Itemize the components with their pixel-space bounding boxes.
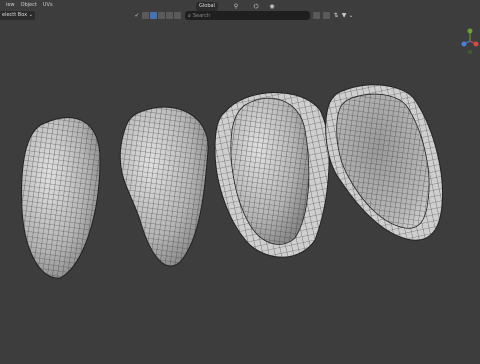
snap-icon[interactable] bbox=[173, 10, 181, 21]
viewport-header: electt Box ⌄ ✓ Global ⚲ ⌬ ◉ ⌕ Search ⇅ ▼… bbox=[0, 2, 480, 23]
search-icon: ⌕ bbox=[188, 12, 191, 19]
view-toggle-icon[interactable] bbox=[312, 10, 320, 21]
transform-orientation-dropdown[interactable]: Global bbox=[196, 2, 218, 11]
mesh-object-4[interactable] bbox=[325, 84, 443, 241]
mesh-object-2[interactable] bbox=[119, 106, 209, 267]
filter-icon[interactable]: ▼ bbox=[340, 10, 348, 21]
menu-object[interactable]: Object bbox=[21, 2, 37, 8]
menu-view[interactable]: iew bbox=[6, 2, 15, 8]
view-list-icon[interactable] bbox=[322, 10, 330, 21]
search-field[interactable]: ⌕ Search bbox=[185, 11, 310, 20]
sort-icon[interactable]: ⇅ bbox=[332, 10, 340, 21]
transform-orientation-label: Global bbox=[199, 3, 215, 9]
mesh-object-1[interactable] bbox=[21, 117, 101, 279]
3d-viewport[interactable] bbox=[0, 23, 480, 360]
menu-uvs[interactable]: UVs bbox=[43, 2, 53, 8]
mesh-object-3[interactable] bbox=[214, 92, 330, 258]
menu-bar: iew Object UVs bbox=[0, 0, 480, 9]
select-mode-dropdown[interactable]: electt Box ⌄ bbox=[0, 11, 35, 20]
select-mode-label: electt Box bbox=[2, 12, 28, 18]
overlay-icon[interactable] bbox=[141, 10, 149, 21]
checkmark-icon[interactable]: ✓ bbox=[133, 10, 141, 21]
viewport-shading-icon[interactable] bbox=[165, 10, 173, 21]
toggle-xray-icon[interactable] bbox=[157, 10, 165, 21]
filter-dropdown-icon[interactable]: ⌄ bbox=[348, 10, 354, 21]
search-input: Search bbox=[192, 12, 210, 19]
select-box-icon[interactable] bbox=[149, 10, 157, 21]
